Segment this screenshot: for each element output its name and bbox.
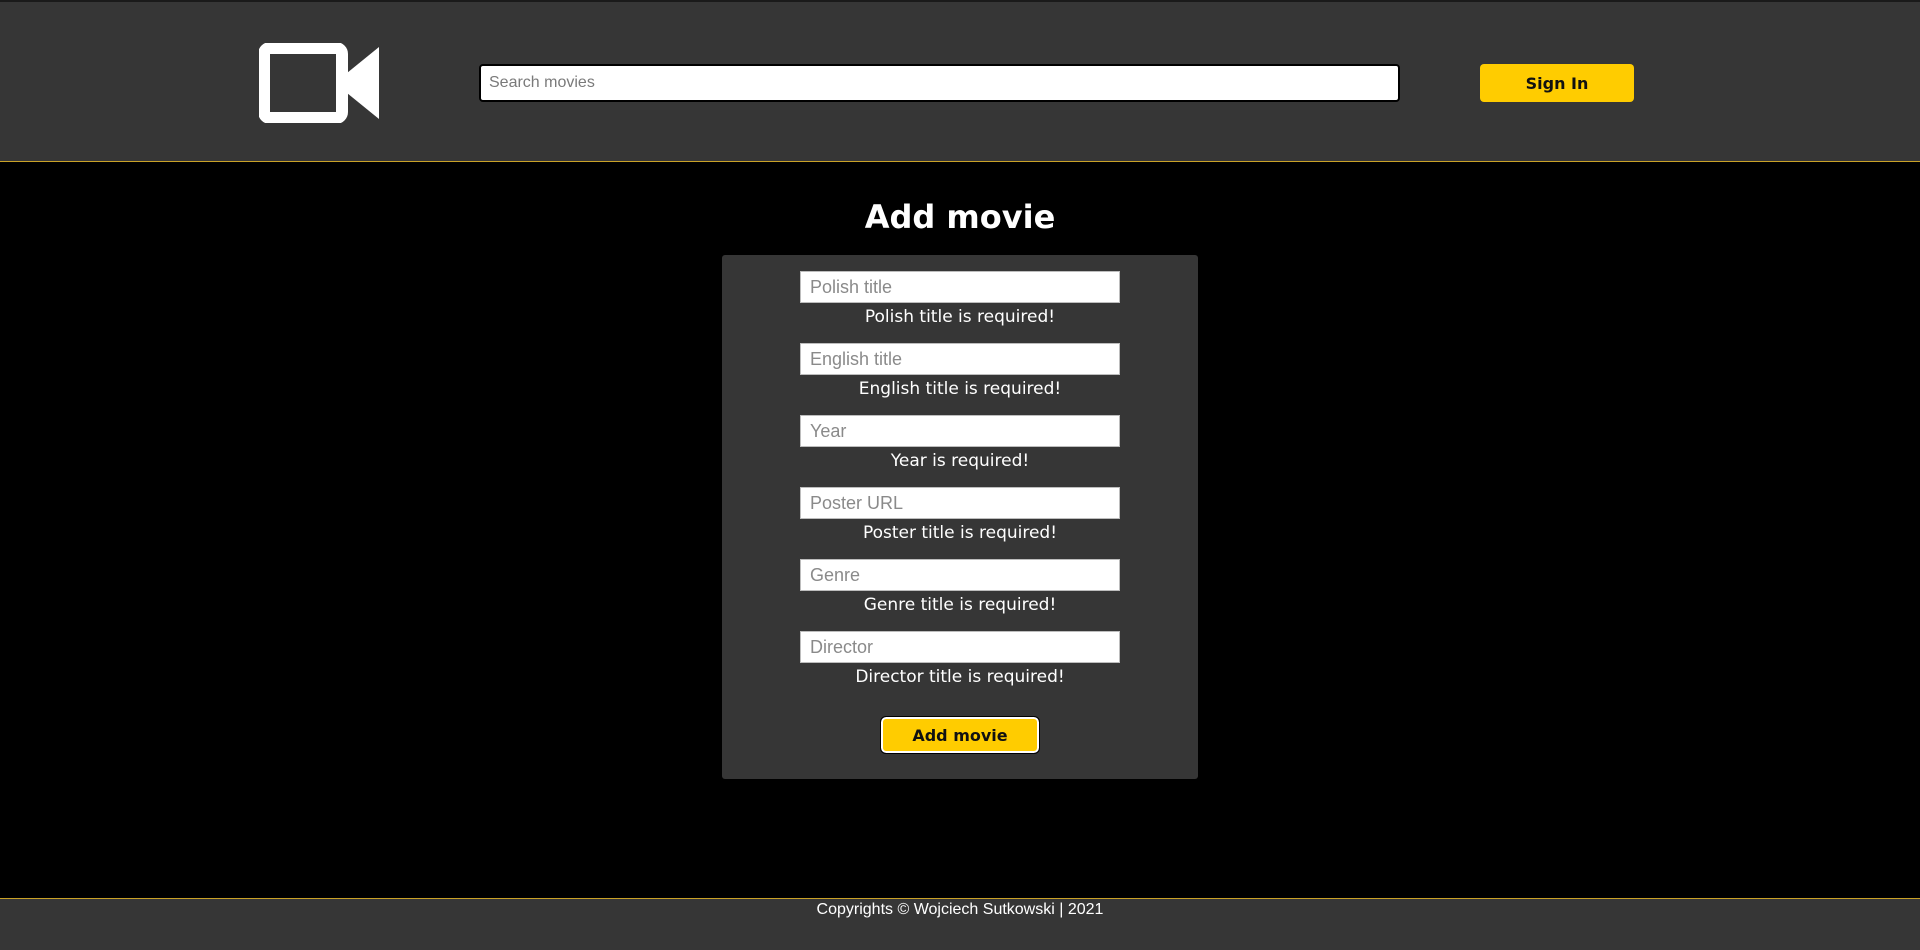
video-camera-icon[interactable]	[259, 43, 380, 123]
poster-url-input[interactable]	[800, 487, 1120, 519]
add-movie-button[interactable]: Add movie	[880, 716, 1040, 754]
site-header: Sign In	[0, 0, 1920, 162]
polish-title-error: Polish title is required!	[864, 307, 1056, 327]
year-error: Year is required!	[890, 451, 1030, 471]
genre-input[interactable]	[800, 559, 1120, 591]
copyright-text: Copyrights © Wojciech Sutkowski | 2021	[816, 901, 1104, 918]
add-movie-form: Polish title is required! English title …	[722, 255, 1198, 779]
year-group: Year is required!	[800, 415, 1120, 474]
poster-url-group: Poster title is required!	[800, 487, 1120, 546]
polish-title-group: Polish title is required!	[800, 271, 1120, 330]
poster-url-error: Poster title is required!	[862, 523, 1058, 543]
year-input[interactable]	[800, 415, 1120, 447]
director-group: Director title is required!	[800, 631, 1120, 690]
polish-title-input[interactable]	[800, 271, 1120, 303]
director-error: Director title is required!	[855, 667, 1065, 687]
english-title-group: English title is required!	[800, 343, 1120, 402]
page-title: Add movie	[864, 198, 1056, 236]
sign-in-button[interactable]: Sign In	[1480, 64, 1634, 102]
site-footer: Copyrights © Wojciech Sutkowski | 2021	[0, 898, 1920, 950]
genre-group: Genre title is required!	[800, 559, 1120, 618]
director-input[interactable]	[800, 631, 1120, 663]
genre-error: Genre title is required!	[863, 595, 1057, 615]
english-title-error: English title is required!	[858, 379, 1062, 399]
english-title-input[interactable]	[800, 343, 1120, 375]
search-input[interactable]	[479, 64, 1400, 102]
